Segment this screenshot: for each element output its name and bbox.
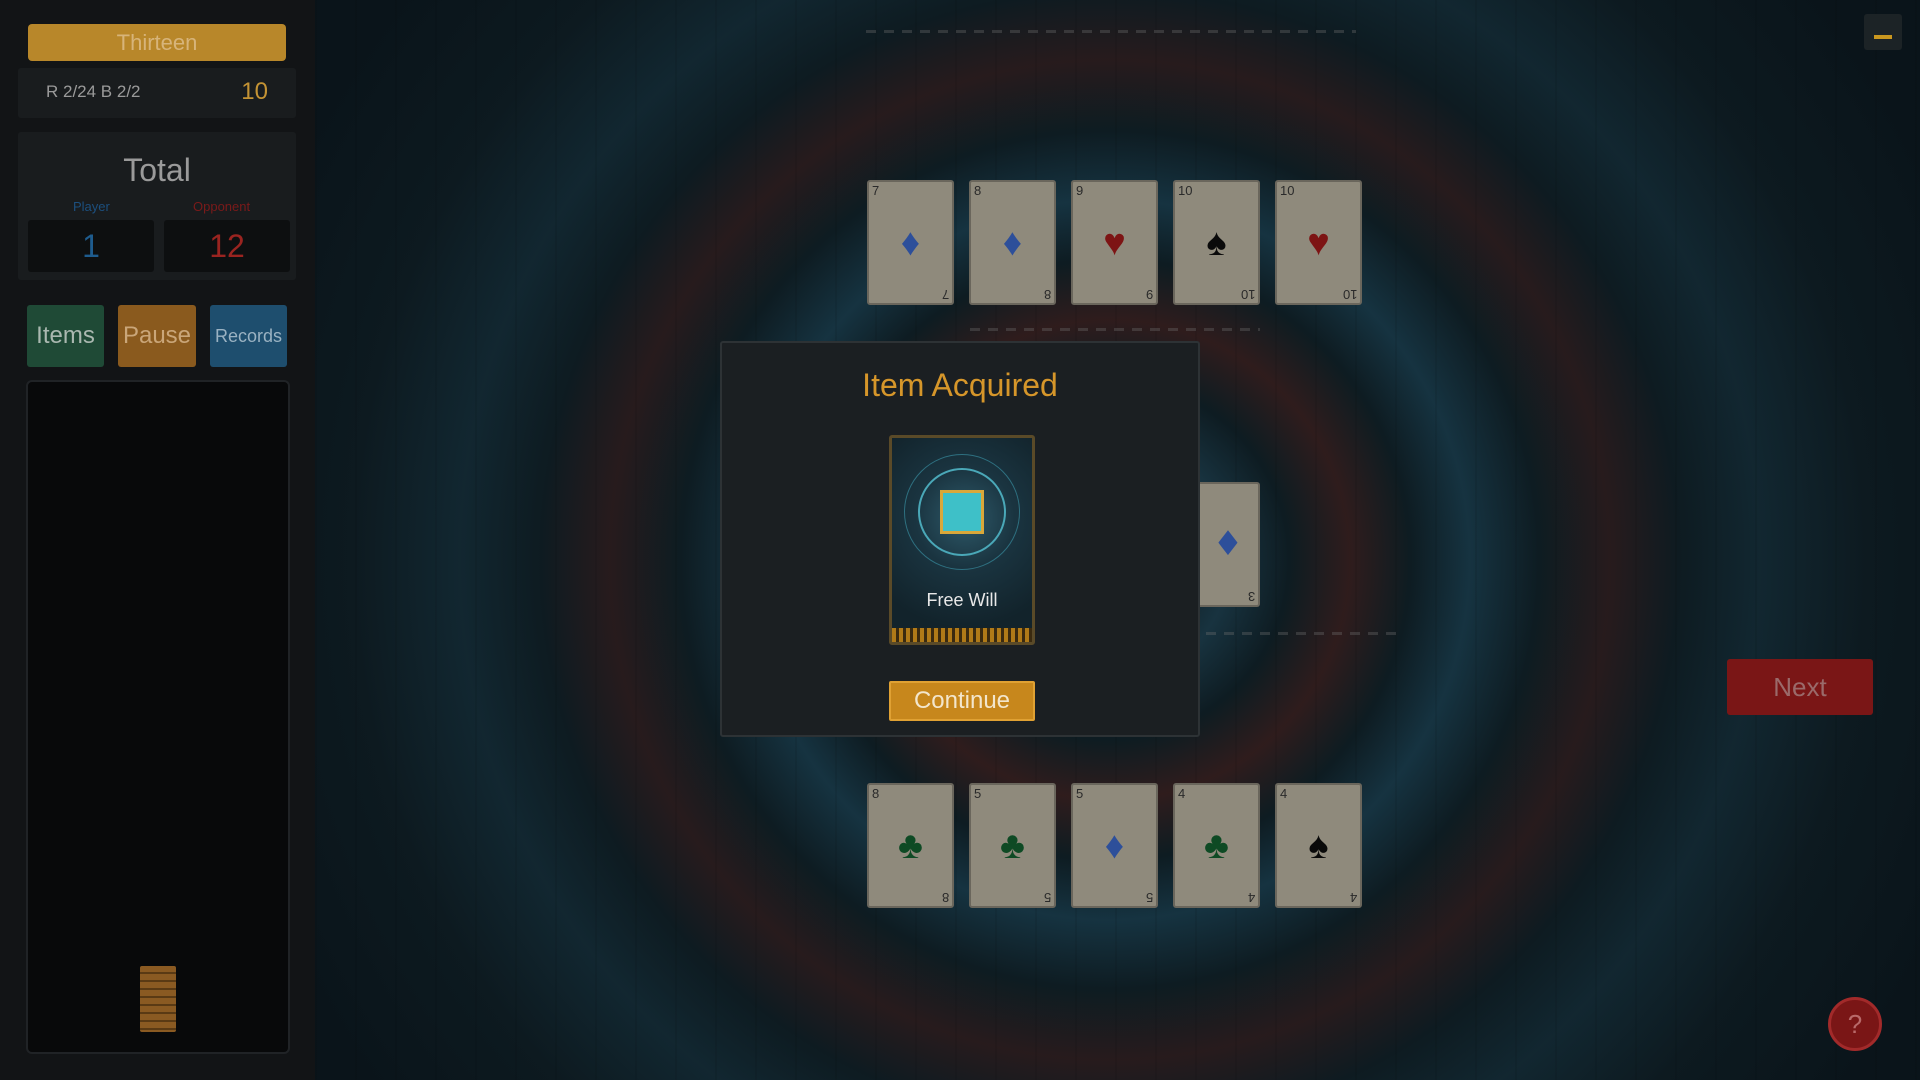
card-rank-top: 9 xyxy=(1076,183,1084,198)
items-area xyxy=(26,380,290,1054)
continue-button[interactable]: Continue xyxy=(889,681,1035,721)
spade-icon: ♠ xyxy=(1206,222,1227,264)
card-rank-top: 10 xyxy=(1178,183,1193,198)
player-card[interactable]: 4 ♠ 4 xyxy=(1275,783,1362,908)
round-panel: R 2/24 B 2/2 10 xyxy=(18,68,296,118)
item-emblem-icon xyxy=(940,490,984,534)
opponent-label: Opponent xyxy=(193,199,251,214)
player-card[interactable]: 4 ♣ 4 xyxy=(1173,783,1260,908)
player-card[interactable]: 5 ♦ 5 xyxy=(1071,783,1158,908)
total-panel: Total Player Opponent 1 12 xyxy=(18,132,296,280)
opponent-card[interactable]: 9 ♥ 9 xyxy=(1071,180,1158,305)
item-acquired-dialog: Item Acquired Free Will Continue xyxy=(720,341,1200,737)
diamond-icon: ♦ xyxy=(1002,222,1023,264)
diamond-icon: ♦ xyxy=(1212,524,1244,564)
club-icon: ♣ xyxy=(898,825,923,867)
club-icon: ♣ xyxy=(1000,825,1025,867)
opponent-score: 12 xyxy=(164,220,290,272)
card-rank-bottom: 8 xyxy=(1043,287,1051,302)
records-button[interactable]: Records xyxy=(210,305,287,367)
divider-top xyxy=(866,30,1356,33)
round-info: R 2/24 B 2/2 xyxy=(46,82,141,101)
game-title-button[interactable]: Thirteen xyxy=(28,24,286,61)
card-rank-bottom: 4 xyxy=(1247,890,1255,905)
diamond-icon: ♦ xyxy=(900,222,921,264)
card-rank-bottom: 5 xyxy=(1145,890,1153,905)
dialog-title: Item Acquired xyxy=(862,367,1058,403)
table-card[interactable]: ♦ 3 xyxy=(1200,482,1260,607)
card-rank-bottom: 9 xyxy=(1145,287,1153,302)
minimize-button[interactable] xyxy=(1864,14,1902,50)
card-rank-top: 5 xyxy=(974,786,982,801)
items-button[interactable]: Items xyxy=(27,305,104,367)
chip-stack-icon xyxy=(140,966,176,1032)
card-rank-top: 5 xyxy=(1076,786,1084,801)
card-rank-top: 4 xyxy=(1280,786,1288,801)
player-card[interactable]: 5 ♣ 5 xyxy=(969,783,1056,908)
card-rank-top: 10 xyxy=(1280,183,1295,198)
player-label: Player xyxy=(73,199,110,214)
pause-button[interactable]: Pause xyxy=(118,305,196,367)
card-rank-top: 8 xyxy=(872,786,880,801)
card-rank-bottom: 4 xyxy=(1349,890,1357,905)
opponent-card[interactable]: 8 ♦ 8 xyxy=(969,180,1056,305)
item-name: Free Will xyxy=(926,590,998,610)
divider-mid-lower xyxy=(1206,632,1396,635)
next-button[interactable]: Next xyxy=(1727,659,1873,715)
club-icon: ♣ xyxy=(1204,825,1229,867)
card-rank-top: 8 xyxy=(974,183,982,198)
diamond-icon: ♦ xyxy=(1104,825,1125,867)
spade-icon: ♠ xyxy=(1308,825,1329,867)
heart-icon: ♥ xyxy=(1307,222,1330,264)
card-rank-bottom: 8 xyxy=(941,890,949,905)
help-button[interactable]: ? xyxy=(1828,997,1882,1051)
card-rank-bottom: 5 xyxy=(1043,890,1051,905)
card-rank-bottom: 7 xyxy=(941,287,949,302)
opponent-card[interactable]: 10 ♠ 10 xyxy=(1173,180,1260,305)
card-rank: 3 xyxy=(1247,589,1255,604)
player-card[interactable]: 8 ♣ 8 xyxy=(867,783,954,908)
opponent-card[interactable]: 7 ♦ 7 xyxy=(867,180,954,305)
total-title: Total xyxy=(123,152,191,188)
player-score: 1 xyxy=(28,220,154,272)
target-value: 10 xyxy=(241,78,268,105)
card-rank-top: 7 xyxy=(872,183,880,198)
divider-mid-upper xyxy=(970,328,1260,331)
opponent-card[interactable]: 10 ♥ 10 xyxy=(1275,180,1362,305)
item-card-border xyxy=(892,628,1032,642)
sidebar: Thirteen R 2/24 B 2/2 10 Total Player Op… xyxy=(0,0,315,1080)
heart-icon: ♥ xyxy=(1103,222,1126,264)
card-rank-bottom: 10 xyxy=(1240,287,1255,302)
item-card: Free Will xyxy=(889,435,1035,645)
card-rank-bottom: 10 xyxy=(1342,287,1357,302)
card-rank-top: 4 xyxy=(1178,786,1186,801)
